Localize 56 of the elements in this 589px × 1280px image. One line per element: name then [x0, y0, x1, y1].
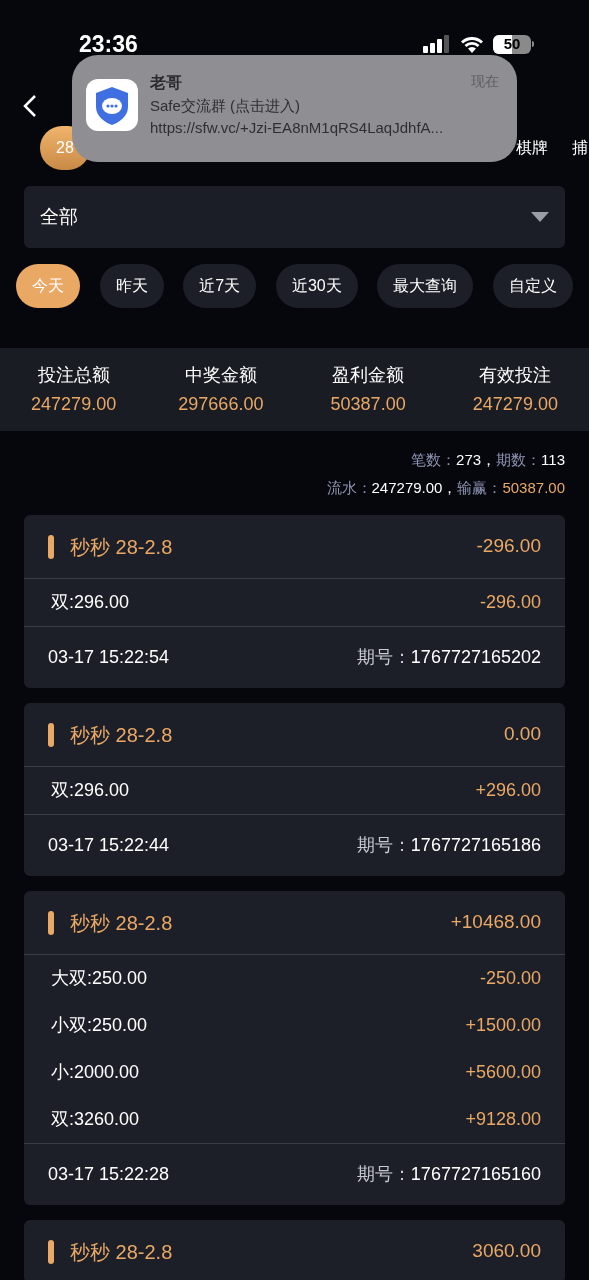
- bet-label: 双:296.00: [51, 591, 130, 614]
- caret-icon: [531, 212, 549, 222]
- notification-link: https://sfw.vc/+Jzi-EA8nM1qRS4LaqJdhfA...: [150, 118, 445, 138]
- accent-bar: [48, 910, 54, 935]
- summary-label: 有效投注: [479, 363, 552, 387]
- record-time: 03-17 15:22:44: [48, 834, 170, 857]
- accent-bar: [48, 534, 54, 559]
- record-amount: -296.00: [476, 534, 541, 559]
- signal-icon: [423, 35, 451, 53]
- record-amount: +10468.00: [450, 910, 541, 935]
- category-tab[interactable]: 捕: [572, 126, 588, 170]
- record-time: 03-17 15:22:54: [48, 646, 170, 669]
- record-time: 03-17 15:22:28: [48, 1163, 170, 1186]
- record-title: 秒秒 28-2.8: [70, 1239, 173, 1265]
- summary-label: 投注总额: [37, 363, 110, 387]
- accent-bar: [48, 1239, 54, 1264]
- issue-number: 期号：1767727165202: [356, 646, 541, 669]
- notification-message: Safe交流群 (点击进入): [150, 96, 301, 116]
- record-title: 秒秒 28-2.8: [70, 534, 173, 560]
- bet-amount: +296.00: [475, 779, 541, 802]
- bet-label: 双:296.00: [51, 779, 130, 802]
- bet-amount: +1500.00: [465, 1014, 541, 1037]
- count-summary: 笔数：273，期数：113: [411, 450, 565, 470]
- bet-amount: +9128.00: [465, 1108, 541, 1131]
- record-title: 秒秒 28-2.8: [70, 910, 173, 936]
- summary-label: 中奖金额: [184, 363, 257, 387]
- date-range-chip[interactable]: 最大查询: [377, 264, 474, 308]
- summary-value: 50387.00: [330, 392, 406, 416]
- bet-label: 大双:250.00: [51, 967, 148, 990]
- bet-amount: +5600.00: [465, 1061, 541, 1084]
- date-range-chip[interactable]: 近30天: [275, 264, 358, 308]
- battery-icon: 50: [493, 34, 534, 54]
- record-amount: 0.00: [504, 722, 541, 747]
- app-icon: [86, 79, 138, 131]
- filter-dropdown[interactable]: 全部: [24, 186, 565, 248]
- date-range-chip[interactable]: 近7天: [183, 264, 257, 308]
- turnover-summary: 流水：247279.00，输赢：50387.00: [326, 477, 565, 498]
- bet-amount: -250.00: [479, 967, 541, 990]
- summary-label: 盈利金额: [332, 363, 405, 387]
- summary-value: 247279.00: [472, 392, 558, 416]
- summary-value: 297666.00: [178, 392, 264, 416]
- back-icon[interactable]: [22, 94, 38, 118]
- summary-value: 247279.00: [31, 392, 117, 416]
- date-range-chip[interactable]: 自定义: [493, 264, 573, 308]
- record-title: 秒秒 28-2.8: [70, 722, 173, 748]
- bet-label: 小:2000.00: [51, 1061, 140, 1084]
- bet-label: 双:3260.00: [51, 1108, 140, 1131]
- issue-number: 期号：1767727165160: [356, 1163, 541, 1186]
- bet-label: 小双:250.00: [51, 1014, 148, 1037]
- bet-amount: -296.00: [479, 591, 541, 614]
- wifi-icon: [460, 35, 484, 53]
- date-range-chip[interactable]: 昨天: [99, 264, 164, 308]
- record-amount: 3060.00: [472, 1239, 541, 1264]
- notification-title: 老哥: [150, 73, 182, 93]
- issue-number: 期号：1767727165186: [356, 834, 541, 857]
- accent-bar: [48, 722, 54, 747]
